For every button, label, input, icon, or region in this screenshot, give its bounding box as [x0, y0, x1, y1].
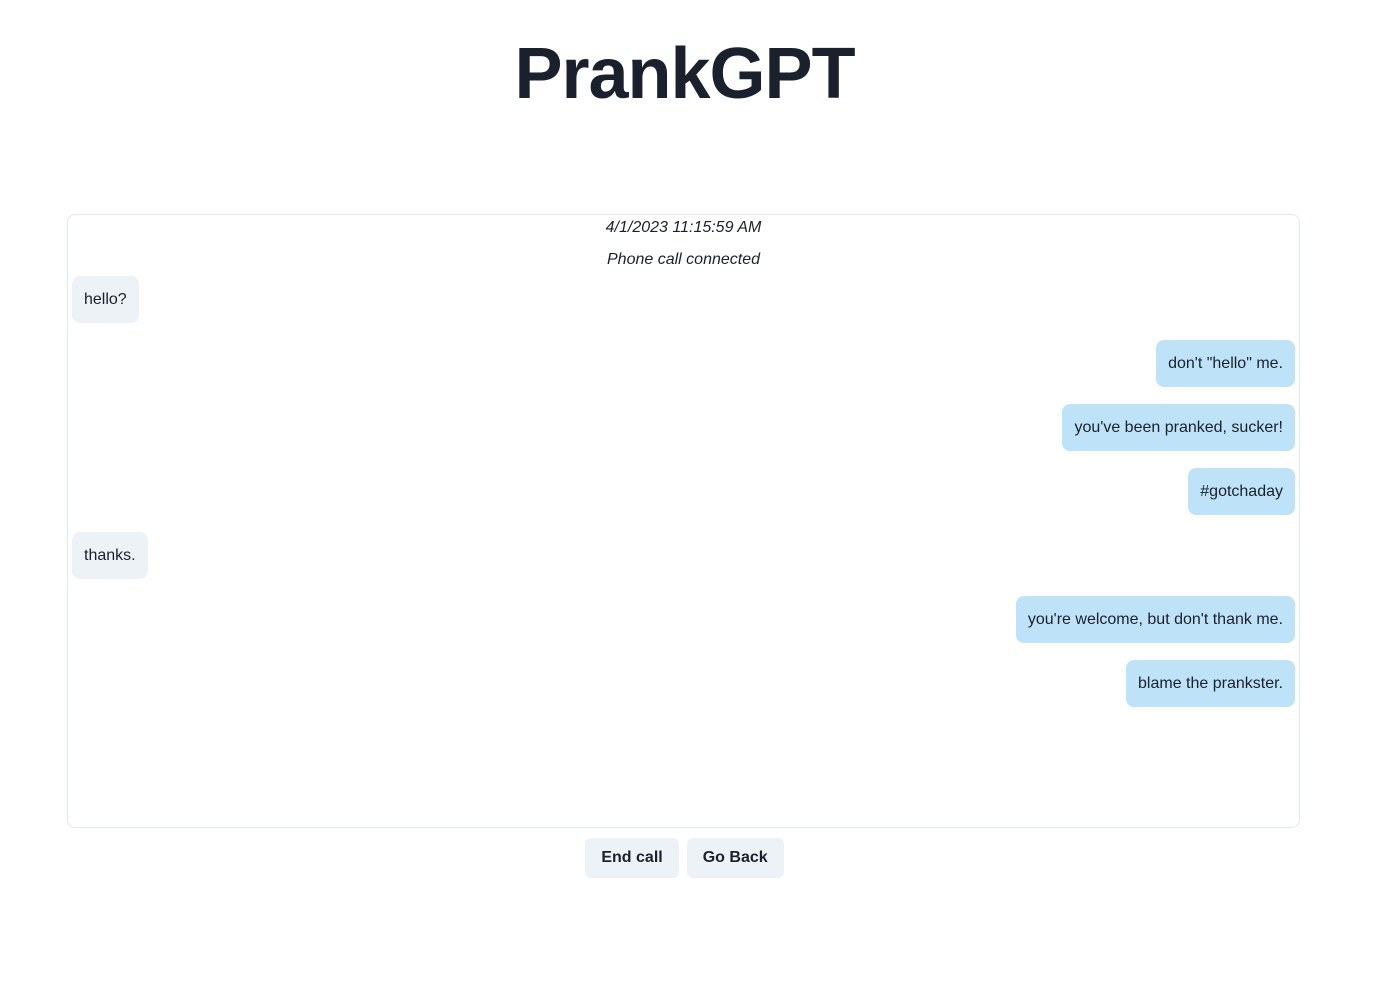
message-bubble-prankster: #gotchaday — [1188, 468, 1295, 515]
page: PrankGPT 4/1/2023 11:15:59 AM Phone call… — [0, 0, 1393, 981]
end-call-button[interactable]: End call — [585, 838, 679, 878]
message-bubble-callee: hello? — [72, 276, 139, 323]
go-back-button[interactable]: Go Back — [686, 838, 784, 878]
message-bubble-prankster: blame the prankster. — [1126, 660, 1295, 707]
page-title: PrankGPT — [514, 34, 855, 114]
message-bubble-prankster: you've been pranked, sucker! — [1062, 404, 1295, 451]
call-timestamp: 4/1/2023 11:15:59 AM — [605, 219, 762, 236]
call-actions: End call Go Back — [0, 838, 1369, 878]
message-bubble-prankster: you're welcome, but don't thank me. — [1015, 596, 1295, 643]
message-bubble-prankster: don't "hello" me. — [1156, 340, 1295, 387]
message-bubble-callee: thanks. — [72, 532, 148, 579]
call-status: Phone call connected — [607, 251, 760, 268]
chat-transcript[interactable]: 4/1/2023 11:15:59 AM Phone call connecte… — [67, 214, 1300, 828]
